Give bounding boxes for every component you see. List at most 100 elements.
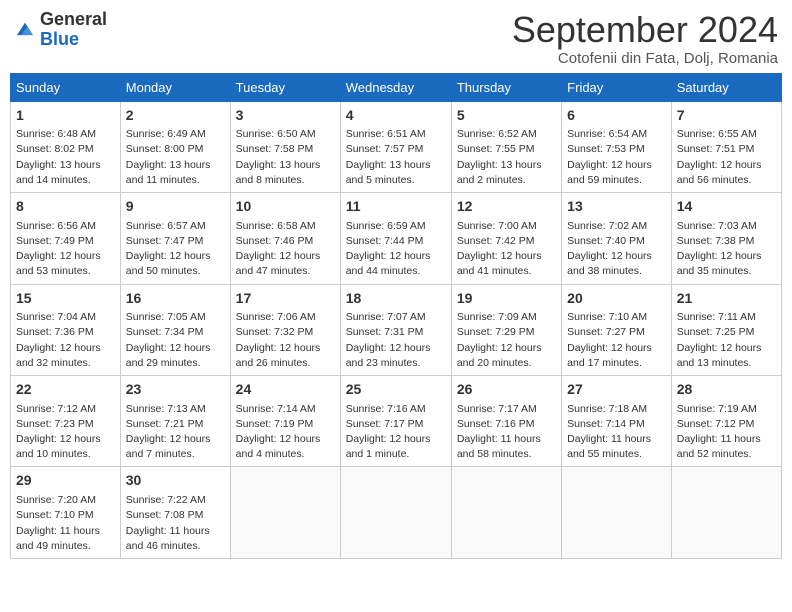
weekday-header: Saturday — [671, 73, 781, 101]
cell-details: Sunrise: 7:20 AMSunset: 7:10 PMDaylight:… — [16, 493, 115, 554]
logo-icon — [14, 19, 36, 41]
cell-details: Sunrise: 7:17 AMSunset: 7:16 PMDaylight:… — [457, 402, 556, 463]
calendar-cell: 14Sunrise: 7:03 AMSunset: 7:38 PMDayligh… — [671, 193, 781, 284]
cell-details: Sunrise: 6:48 AMSunset: 8:02 PMDaylight:… — [16, 127, 115, 188]
day-number: 28 — [677, 380, 776, 400]
calendar-table: SundayMondayTuesdayWednesdayThursdayFrid… — [10, 73, 782, 559]
cell-details: Sunrise: 6:50 AMSunset: 7:58 PMDaylight:… — [236, 127, 335, 188]
day-number: 12 — [457, 197, 556, 217]
cell-details: Sunrise: 6:58 AMSunset: 7:46 PMDaylight:… — [236, 219, 335, 280]
calendar-cell: 22Sunrise: 7:12 AMSunset: 7:23 PMDayligh… — [11, 376, 121, 467]
day-number: 24 — [236, 380, 335, 400]
month-year: September 2024 — [512, 10, 778, 50]
day-number: 4 — [346, 106, 446, 126]
page-header: General Blue September 2024 Cotofenii di… — [10, 10, 782, 67]
title-block: September 2024 Cotofenii din Fata, Dolj,… — [512, 10, 778, 67]
calendar-cell: 19Sunrise: 7:09 AMSunset: 7:29 PMDayligh… — [451, 284, 561, 375]
weekday-header: Friday — [562, 73, 672, 101]
cell-details: Sunrise: 7:16 AMSunset: 7:17 PMDaylight:… — [346, 402, 446, 463]
calendar-week-row: 22Sunrise: 7:12 AMSunset: 7:23 PMDayligh… — [11, 376, 782, 467]
calendar-cell: 16Sunrise: 7:05 AMSunset: 7:34 PMDayligh… — [120, 284, 230, 375]
day-number: 7 — [677, 106, 776, 126]
calendar-cell: 15Sunrise: 7:04 AMSunset: 7:36 PMDayligh… — [11, 284, 121, 375]
cell-details: Sunrise: 6:57 AMSunset: 7:47 PMDaylight:… — [126, 219, 225, 280]
calendar-cell — [340, 467, 451, 558]
cell-details: Sunrise: 6:49 AMSunset: 8:00 PMDaylight:… — [126, 127, 225, 188]
calendar-cell: 7Sunrise: 6:55 AMSunset: 7:51 PMDaylight… — [671, 101, 781, 192]
calendar-header-row: SundayMondayTuesdayWednesdayThursdayFrid… — [11, 73, 782, 101]
calendar-cell: 6Sunrise: 6:54 AMSunset: 7:53 PMDaylight… — [562, 101, 672, 192]
day-number: 15 — [16, 289, 115, 309]
cell-details: Sunrise: 7:04 AMSunset: 7:36 PMDaylight:… — [16, 310, 115, 371]
calendar-cell: 1Sunrise: 6:48 AMSunset: 8:02 PMDaylight… — [11, 101, 121, 192]
day-number: 27 — [567, 380, 666, 400]
calendar-cell: 30Sunrise: 7:22 AMSunset: 7:08 PMDayligh… — [120, 467, 230, 558]
day-number: 8 — [16, 197, 115, 217]
day-number: 16 — [126, 289, 225, 309]
calendar-cell: 11Sunrise: 6:59 AMSunset: 7:44 PMDayligh… — [340, 193, 451, 284]
day-number: 25 — [346, 380, 446, 400]
day-number: 11 — [346, 197, 446, 217]
logo: General Blue — [14, 10, 107, 50]
cell-details: Sunrise: 6:52 AMSunset: 7:55 PMDaylight:… — [457, 127, 556, 188]
cell-details: Sunrise: 6:51 AMSunset: 7:57 PMDaylight:… — [346, 127, 446, 188]
calendar-cell: 18Sunrise: 7:07 AMSunset: 7:31 PMDayligh… — [340, 284, 451, 375]
calendar-cell: 27Sunrise: 7:18 AMSunset: 7:14 PMDayligh… — [562, 376, 672, 467]
cell-details: Sunrise: 7:06 AMSunset: 7:32 PMDaylight:… — [236, 310, 335, 371]
calendar-cell — [562, 467, 672, 558]
calendar-cell: 28Sunrise: 7:19 AMSunset: 7:12 PMDayligh… — [671, 376, 781, 467]
calendar-cell: 5Sunrise: 6:52 AMSunset: 7:55 PMDaylight… — [451, 101, 561, 192]
weekday-header: Thursday — [451, 73, 561, 101]
logo-general: General — [40, 9, 107, 29]
day-number: 5 — [457, 106, 556, 126]
weekday-header: Sunday — [11, 73, 121, 101]
calendar-cell: 23Sunrise: 7:13 AMSunset: 7:21 PMDayligh… — [120, 376, 230, 467]
logo-text: General Blue — [40, 10, 107, 50]
calendar-week-row: 1Sunrise: 6:48 AMSunset: 8:02 PMDaylight… — [11, 101, 782, 192]
cell-details: Sunrise: 7:19 AMSunset: 7:12 PMDaylight:… — [677, 402, 776, 463]
calendar-cell — [671, 467, 781, 558]
day-number: 9 — [126, 197, 225, 217]
calendar-cell: 10Sunrise: 6:58 AMSunset: 7:46 PMDayligh… — [230, 193, 340, 284]
cell-details: Sunrise: 7:12 AMSunset: 7:23 PMDaylight:… — [16, 402, 115, 463]
day-number: 26 — [457, 380, 556, 400]
calendar-cell: 3Sunrise: 6:50 AMSunset: 7:58 PMDaylight… — [230, 101, 340, 192]
day-number: 29 — [16, 471, 115, 491]
calendar-cell: 29Sunrise: 7:20 AMSunset: 7:10 PMDayligh… — [11, 467, 121, 558]
cell-details: Sunrise: 7:18 AMSunset: 7:14 PMDaylight:… — [567, 402, 666, 463]
day-number: 10 — [236, 197, 335, 217]
calendar-cell: 13Sunrise: 7:02 AMSunset: 7:40 PMDayligh… — [562, 193, 672, 284]
calendar-cell: 24Sunrise: 7:14 AMSunset: 7:19 PMDayligh… — [230, 376, 340, 467]
cell-details: Sunrise: 7:02 AMSunset: 7:40 PMDaylight:… — [567, 219, 666, 280]
cell-details: Sunrise: 7:03 AMSunset: 7:38 PMDaylight:… — [677, 219, 776, 280]
day-number: 19 — [457, 289, 556, 309]
calendar-cell: 17Sunrise: 7:06 AMSunset: 7:32 PMDayligh… — [230, 284, 340, 375]
calendar-cell — [451, 467, 561, 558]
calendar-cell: 20Sunrise: 7:10 AMSunset: 7:27 PMDayligh… — [562, 284, 672, 375]
weekday-header: Monday — [120, 73, 230, 101]
calendar-cell: 9Sunrise: 6:57 AMSunset: 7:47 PMDaylight… — [120, 193, 230, 284]
cell-details: Sunrise: 7:13 AMSunset: 7:21 PMDaylight:… — [126, 402, 225, 463]
day-number: 2 — [126, 106, 225, 126]
calendar-cell: 4Sunrise: 6:51 AMSunset: 7:57 PMDaylight… — [340, 101, 451, 192]
calendar-week-row: 29Sunrise: 7:20 AMSunset: 7:10 PMDayligh… — [11, 467, 782, 558]
day-number: 30 — [126, 471, 225, 491]
calendar-cell: 26Sunrise: 7:17 AMSunset: 7:16 PMDayligh… — [451, 376, 561, 467]
day-number: 22 — [16, 380, 115, 400]
day-number: 14 — [677, 197, 776, 217]
day-number: 18 — [346, 289, 446, 309]
calendar-cell — [230, 467, 340, 558]
calendar-week-row: 15Sunrise: 7:04 AMSunset: 7:36 PMDayligh… — [11, 284, 782, 375]
cell-details: Sunrise: 7:22 AMSunset: 7:08 PMDaylight:… — [126, 493, 225, 554]
cell-details: Sunrise: 7:09 AMSunset: 7:29 PMDaylight:… — [457, 310, 556, 371]
calendar-week-row: 8Sunrise: 6:56 AMSunset: 7:49 PMDaylight… — [11, 193, 782, 284]
day-number: 23 — [126, 380, 225, 400]
cell-details: Sunrise: 6:56 AMSunset: 7:49 PMDaylight:… — [16, 219, 115, 280]
cell-details: Sunrise: 6:54 AMSunset: 7:53 PMDaylight:… — [567, 127, 666, 188]
cell-details: Sunrise: 7:10 AMSunset: 7:27 PMDaylight:… — [567, 310, 666, 371]
cell-details: Sunrise: 7:00 AMSunset: 7:42 PMDaylight:… — [457, 219, 556, 280]
day-number: 6 — [567, 106, 666, 126]
calendar-cell: 2Sunrise: 6:49 AMSunset: 8:00 PMDaylight… — [120, 101, 230, 192]
weekday-header: Wednesday — [340, 73, 451, 101]
day-number: 21 — [677, 289, 776, 309]
